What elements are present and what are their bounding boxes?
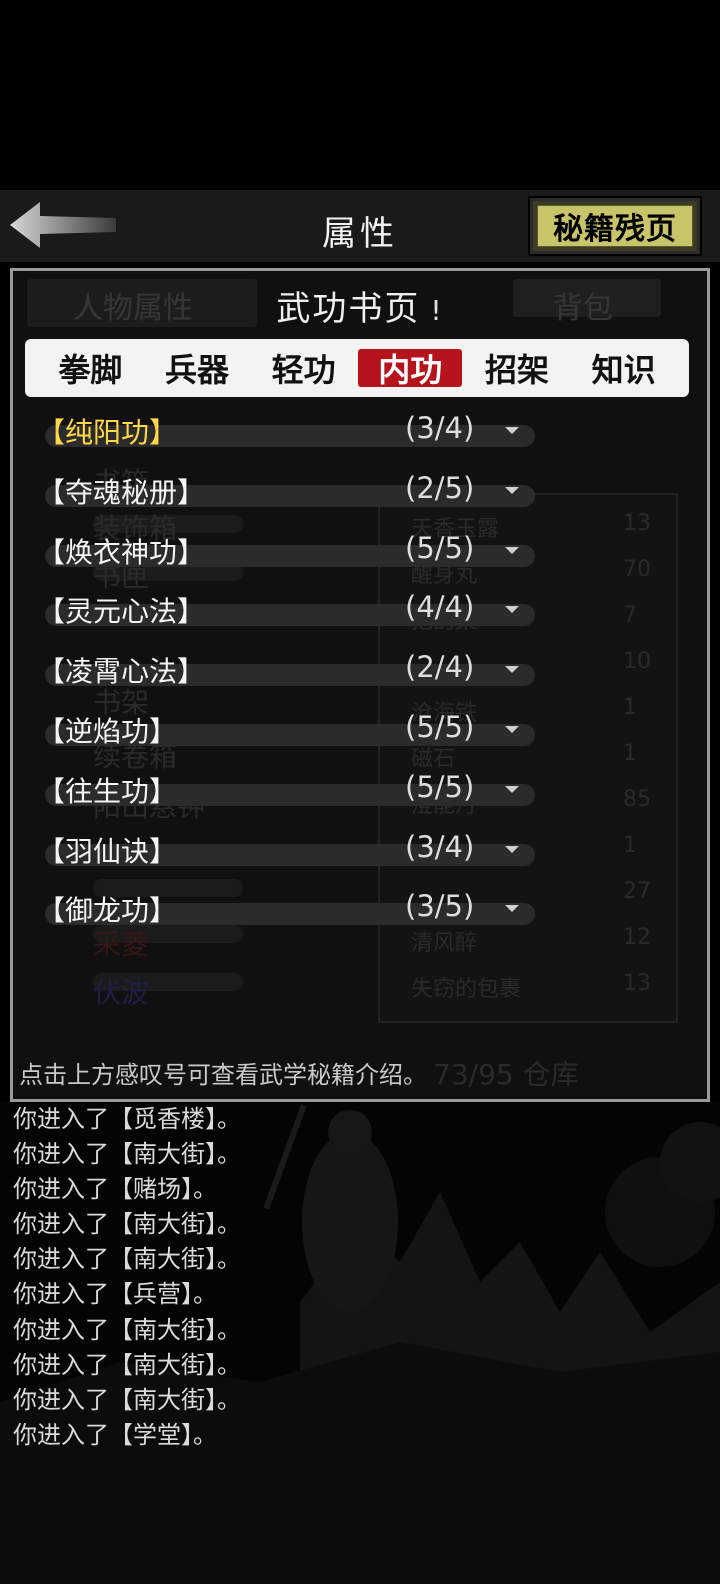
tab-inner-power[interactable]: 内功 xyxy=(358,349,463,389)
event-log: 你进入了【觅香楼】。 你进入了【南大街】。 你进入了【赌场】。 你进入了【南大街… xyxy=(0,1102,720,1584)
skill-row[interactable]: 【逆焰功】 (5/5) xyxy=(31,708,551,768)
hint-text: 点击上方感叹号可查看武学秘籍介绍。 xyxy=(19,1061,427,1089)
skill-list: 【纯阳功】 (3/4) 【夺魂秘册】 (2/5) 【焕衣神功】 (5/5) 【灵… xyxy=(31,409,551,947)
skill-row[interactable]: 【往生功】 (5/5) xyxy=(31,768,551,828)
tab-parry[interactable]: 招架 xyxy=(465,349,569,389)
secret-pages-button[interactable]: 秘籍残页 xyxy=(528,196,702,256)
log-line: 你进入了【南大街】。 xyxy=(13,1350,241,1379)
info-exclamation-icon[interactable]: ! xyxy=(430,294,443,327)
tab-weapon[interactable]: 兵器 xyxy=(145,349,249,389)
bg-count: 85 xyxy=(623,787,651,812)
log-line: 你进入了【兵营】。 xyxy=(13,1280,217,1309)
expand-caret-icon[interactable] xyxy=(505,725,519,733)
expand-caret-icon[interactable] xyxy=(505,905,519,913)
skill-name: 【往生功】 xyxy=(37,774,178,808)
bg-count: 13 xyxy=(623,511,651,536)
martial-book-panel: 人物属性 背包 书箱 装饰箱 书匣 书架 续卷箱 阳山悬钟 采菱 伏波 天香玉露… xyxy=(10,268,710,1102)
bg-count: 10 xyxy=(623,649,651,674)
skill-name: 【逆焰功】 xyxy=(37,714,178,748)
skill-name: 【凌霄心法】 xyxy=(37,655,206,689)
skill-progress: (3/5) xyxy=(405,889,475,924)
tab-fist[interactable]: 拳脚 xyxy=(38,349,142,389)
skill-row[interactable]: 【羽仙诀】 (3/4) xyxy=(31,828,551,888)
log-list: 你进入了【觅香楼】。 你进入了【南大街】。 你进入了【赌场】。 你进入了【南大街… xyxy=(13,1102,241,1453)
expand-caret-icon[interactable] xyxy=(505,785,519,793)
skill-progress: (5/5) xyxy=(405,769,475,804)
skill-progress: (3/4) xyxy=(405,829,475,864)
skill-row[interactable]: 【凌霄心法】 (2/4) xyxy=(31,648,551,708)
bg-count: 1 xyxy=(623,741,637,766)
expand-caret-icon[interactable] xyxy=(505,845,519,853)
bg-left-item: 伏波 xyxy=(93,976,150,1009)
bg-count: 1 xyxy=(623,695,637,720)
skill-row[interactable]: 【夺魂秘册】 (2/5) xyxy=(31,469,551,529)
skill-name: 【夺魂秘册】 xyxy=(37,475,206,509)
secret-pages-label: 秘籍残页 xyxy=(537,205,693,247)
log-line: 你进入了【南大街】。 xyxy=(13,1140,241,1169)
bg-count: 13 xyxy=(623,971,651,996)
expand-caret-icon[interactable] xyxy=(505,427,519,434)
skill-name: 【灵元心法】 xyxy=(37,595,206,629)
skill-progress: (2/5) xyxy=(405,470,475,505)
expand-caret-icon[interactable] xyxy=(505,486,519,494)
skill-row[interactable]: 【灵元心法】 (4/4) xyxy=(31,588,551,648)
log-line: 你进入了【南大街】。 xyxy=(13,1210,241,1239)
popup-title: 武功书页 xyxy=(276,289,421,329)
log-line: 你进入了【南大街】。 xyxy=(13,1245,241,1274)
skill-name: 【焕衣神功】 xyxy=(37,535,206,569)
bg-count: 1 xyxy=(623,833,637,858)
tab-lightness[interactable]: 轻功 xyxy=(252,349,356,389)
skill-progress: (4/4) xyxy=(405,590,475,625)
log-line: 你进入了【南大街】。 xyxy=(13,1385,241,1414)
skill-progress: (2/4) xyxy=(405,650,475,685)
skill-name: 【羽仙诀】 xyxy=(37,834,178,868)
expand-caret-icon[interactable] xyxy=(505,546,519,554)
skill-row[interactable]: 【御龙功】 (3/5) xyxy=(31,887,551,947)
skill-progress: (5/5) xyxy=(405,709,475,744)
bg-count: 27 xyxy=(623,879,651,904)
skill-row[interactable]: 【纯阳功】 (3/4) xyxy=(31,409,551,469)
log-line: 你进入了【学堂】。 xyxy=(13,1420,217,1449)
bg-bar xyxy=(93,973,243,991)
header-bar: 属性 秘籍残页 xyxy=(0,190,720,262)
skill-name: 【纯阳功】 xyxy=(37,416,178,449)
skill-progress: (5/5) xyxy=(405,530,475,565)
skill-name: 【御龙功】 xyxy=(37,894,178,928)
expand-caret-icon[interactable] xyxy=(505,666,519,674)
skill-progress: (3/4) xyxy=(405,411,475,445)
bg-count: 12 xyxy=(623,925,651,950)
expand-caret-icon[interactable] xyxy=(505,606,519,614)
popup-title-row: 武功书页! xyxy=(13,281,707,330)
tab-knowledge[interactable]: 知识 xyxy=(572,349,676,389)
bg-capacity: 73/95 仓库 xyxy=(433,1058,579,1091)
bg-count: 7 xyxy=(623,603,637,628)
bg-count: 70 xyxy=(623,557,651,582)
category-tabs: 拳脚 兵器 轻功 内功 招架 知识 xyxy=(25,339,689,397)
log-line: 你进入了【觅香楼】。 xyxy=(13,1105,241,1133)
log-line: 你进入了【南大街】。 xyxy=(13,1315,241,1344)
skill-row[interactable]: 【焕衣神功】 (5/5) xyxy=(31,529,551,589)
bg-right-item: 失窃的包裹 xyxy=(411,977,522,1002)
log-line: 你进入了【赌场】。 xyxy=(13,1175,217,1204)
